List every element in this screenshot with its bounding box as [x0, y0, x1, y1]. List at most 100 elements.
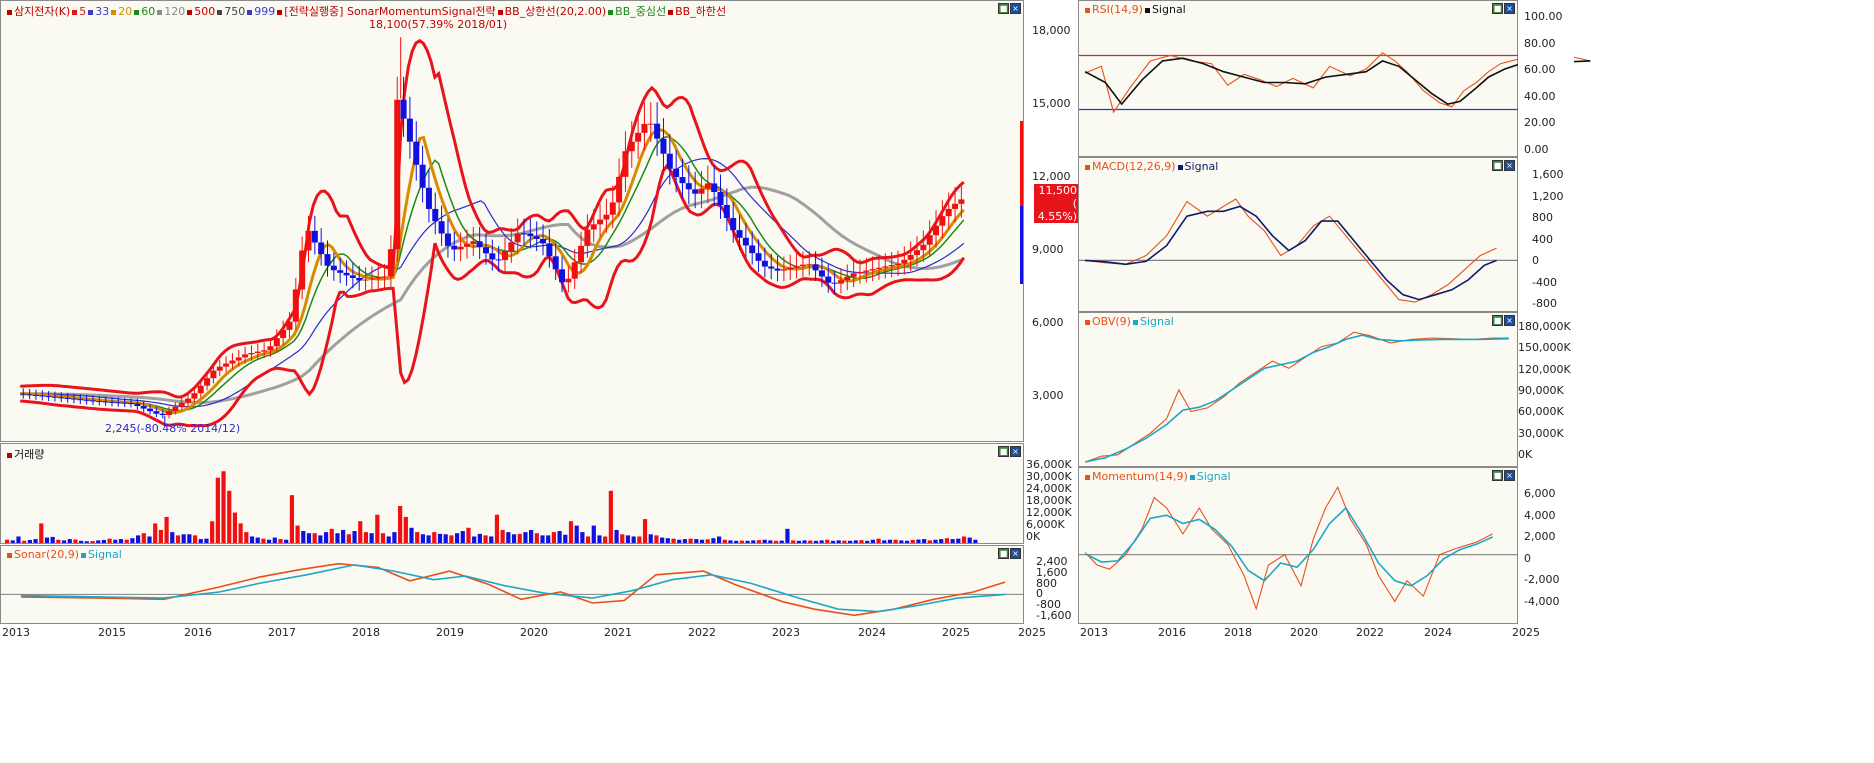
x-tick-label: 2016 — [1158, 626, 1186, 639]
candle-body — [945, 208, 952, 217]
obv-panel[interactable]: OBV(9) Signal ■ × — [1078, 312, 1518, 467]
candle-body — [489, 253, 496, 260]
volume-bar — [716, 536, 722, 543]
y-tick-label: 800 — [1532, 211, 1553, 224]
volume-bar — [164, 516, 169, 543]
candle-body — [70, 398, 77, 400]
macd-chart-svg — [1079, 198, 1519, 303]
volume-bar — [477, 533, 482, 543]
volume-bar — [130, 538, 135, 543]
candle-body — [482, 247, 489, 254]
volume-bar — [358, 521, 363, 543]
volume-panel[interactable]: 거래량 ■ × — [0, 443, 1024, 544]
volume-bar — [312, 533, 317, 543]
rsi-panel[interactable]: RSI(14,9) Signal ■ × — [1078, 0, 1591, 157]
candle-body — [362, 279, 369, 281]
y-tick-label: -4,000 — [1524, 595, 1560, 608]
volume-bar — [232, 512, 238, 543]
candle-body — [736, 230, 743, 238]
y-tick-label: -1,600 — [1036, 609, 1072, 622]
volume-bar — [785, 528, 790, 543]
volume-bar — [79, 540, 84, 543]
candle-body — [166, 410, 173, 416]
price-range-up — [1020, 121, 1023, 206]
volume-bar — [278, 539, 283, 543]
candle-body — [565, 278, 572, 283]
momentum-panel[interactable]: Momentum(14,9) Signal ■ × — [1078, 467, 1519, 624]
macd-axis: 1,600 1,200 800 400 0 -400 -800 — [1518, 157, 1574, 312]
volume-bar — [557, 531, 562, 543]
candle-body — [533, 236, 540, 239]
y-tick-label: 3,000 — [1032, 389, 1064, 402]
volume-bar — [563, 534, 568, 543]
volume-bar — [113, 539, 118, 543]
macd-panel[interactable]: MACD(12,26,9) Signal ■ × — [1078, 157, 1519, 312]
candle-body — [26, 394, 33, 396]
x-tick-label: 2024 — [1424, 626, 1452, 639]
sonar-panel[interactable]: Sonar(20,9) Signal ■ × — [0, 545, 1025, 624]
volume-bar — [466, 527, 471, 543]
price-panel[interactable]: 삼지전자(K) 5 33 20 60 120 500 750 999 [전략실행중] SonarM… — [0, 0, 1024, 442]
volume-bar — [398, 506, 403, 543]
volume-bar — [335, 533, 340, 543]
volume-bar — [352, 531, 357, 543]
sonar-axis: 2,400 1,600 800 0 -800 -1,600 — [1024, 545, 1078, 624]
y-tick-label: 6,000 — [1524, 487, 1556, 500]
candle-body — [926, 235, 933, 245]
candle-body — [952, 203, 959, 209]
volume-bar — [443, 534, 448, 543]
candle-body — [419, 164, 426, 188]
volume-bar — [660, 537, 665, 543]
price-axis: 18,000 15,000 12,000 9,000 6,000 3,000 11,500… — [1024, 0, 1080, 442]
candle-body — [863, 270, 870, 272]
volume-bar — [249, 536, 255, 543]
volume-bar — [842, 540, 847, 543]
volume-bar — [922, 539, 927, 543]
volume-bar — [773, 540, 779, 543]
candle-body — [45, 396, 52, 398]
volume-bar — [244, 532, 249, 543]
volume-bar — [170, 532, 175, 543]
candle-body — [109, 401, 116, 403]
candle-body — [254, 351, 261, 353]
volume-bar — [625, 535, 631, 543]
volume-bar — [546, 535, 551, 543]
candle-body — [387, 249, 394, 277]
candle-body — [888, 265, 895, 267]
volume-bar — [181, 534, 186, 543]
y-tick-label: 12,000 — [1032, 170, 1071, 183]
candle-body — [742, 237, 749, 246]
candle-body — [191, 393, 198, 399]
volume-bar — [284, 539, 289, 543]
candle-body — [793, 266, 800, 268]
volume-bar — [33, 539, 38, 543]
candle-body — [413, 141, 420, 165]
candle-body — [375, 277, 382, 279]
candle-body — [812, 264, 819, 271]
candle-body — [121, 402, 128, 404]
candle-body — [578, 245, 585, 263]
y-tick-label: 2,000 — [1524, 530, 1556, 544]
volume-bar — [301, 531, 306, 543]
low-annotation: 2,245(-80.48% 2014/12) — [105, 422, 241, 435]
volume-bar — [580, 532, 585, 543]
candle-body — [590, 224, 597, 230]
volume-bar — [768, 540, 773, 543]
volume-bar — [84, 541, 89, 543]
volume-bar — [10, 540, 15, 543]
y-tick-label: 18,000 — [1032, 24, 1071, 37]
series-line — [1084, 485, 1493, 611]
candle-body — [559, 269, 566, 283]
candle-body — [242, 354, 249, 358]
candle-body — [679, 177, 686, 184]
x-tick-label: 2020 — [520, 626, 548, 639]
candle-body — [185, 398, 192, 403]
volume-bar — [187, 534, 192, 543]
y-tick-label: 0K — [1026, 530, 1041, 543]
candle-body — [32, 394, 39, 396]
volume-bar — [124, 539, 129, 543]
volume-bar — [386, 536, 391, 543]
volume-bar — [380, 533, 386, 543]
volume-bar — [523, 532, 528, 543]
volume-bar — [472, 536, 477, 543]
